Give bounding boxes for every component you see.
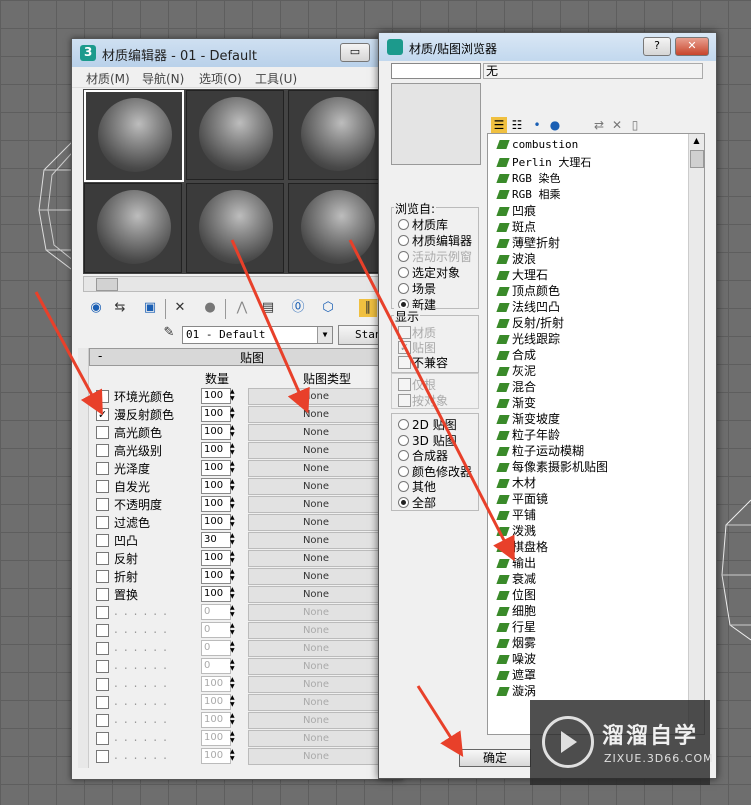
watermark: 溜溜自学 ZIXUE.3D66.COM [530,700,713,785]
watermark-url: ZIXUE.3D66.COM [604,752,714,765]
arrow-to-diffuse-map [230,239,310,414]
arrow-to-ok [416,685,464,758]
arrow-to-bitmap [348,239,515,562]
play-logo-icon [542,716,594,768]
watermark-brand: 溜溜自学 [602,724,699,749]
annotation-arrows [34,239,515,758]
arrow-to-diffuse [34,291,103,416]
